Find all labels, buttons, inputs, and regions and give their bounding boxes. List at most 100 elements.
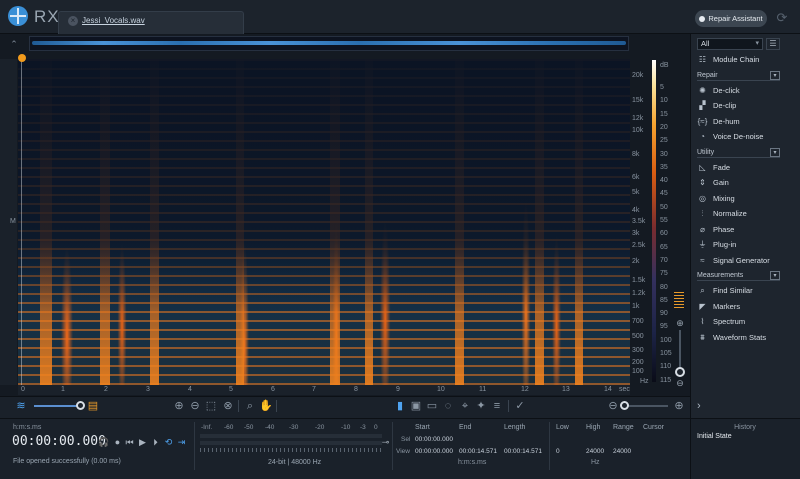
history-entry[interactable]: Initial State <box>697 433 732 440</box>
module-label: De-clip <box>713 101 737 110</box>
repair-assistant-button[interactable]: Repair Assistant <box>695 10 767 27</box>
close-tab-icon[interactable]: × <box>68 16 78 26</box>
db-tick-label: 55 <box>660 217 668 224</box>
module-item-de-clip[interactable]: ▞ De-clip <box>697 99 783 113</box>
chevron-down-icon[interactable]: ▾ <box>770 71 780 80</box>
lasso-tool-icon[interactable]: ◌ <box>441 399 455 413</box>
time-tick-label: 12 <box>521 386 529 393</box>
horizontal-zoom-in-icon[interactable]: ⊕ <box>672 399 686 413</box>
category-measurements[interactable]: Measurements ▾ <box>697 271 780 281</box>
markers-icon: ◤ <box>699 302 706 311</box>
spectrum-icon: ⌇ <box>700 317 705 326</box>
chevron-down-icon[interactable]: ▾ <box>770 148 780 157</box>
freq-tick-label: 500 <box>632 333 644 340</box>
loop-button[interactable]: ⟲ <box>163 437 174 448</box>
headphones-icon[interactable]: 🎧 <box>98 437 109 448</box>
sel-start-value[interactable]: 00:00:00.000 <box>415 436 453 443</box>
freq-zoom-knob[interactable] <box>675 367 685 377</box>
chevron-down-icon[interactable]: ▾ <box>770 271 780 280</box>
zoom-tool-icon[interactable]: ⌕ <box>243 399 257 413</box>
instant-process-icon[interactable]: ✓ <box>513 399 527 413</box>
module-chain-item[interactable]: ☷ Module Chain <box>697 53 783 67</box>
playhead-marker[interactable] <box>18 54 26 62</box>
category-repair[interactable]: Repair ▾ <box>697 71 780 81</box>
plug-in-icon: ⏚ <box>698 240 707 249</box>
db-tick-label: 35 <box>660 163 668 171</box>
db-color-scale[interactable] <box>652 60 656 382</box>
meter-scale-label: -10 <box>341 424 351 431</box>
record-button[interactable]: ● <box>112 437 123 448</box>
freq-zoom-in-icon[interactable]: ⊕ <box>675 318 685 328</box>
freq-tick-label: 5k <box>632 189 640 196</box>
meter-scale-label: -50 <box>244 424 254 431</box>
module-item-de-hum[interactable]: {≈} De-hum <box>697 115 783 129</box>
module-item-plug-in[interactable]: ⏚ Plug-in <box>697 238 783 252</box>
list-view-icon[interactable]: ☰ <box>766 38 780 50</box>
range-value[interactable]: 24000 <box>613 448 631 455</box>
category-utility[interactable]: Utility ▾ <box>697 148 780 158</box>
meter-settings-icon[interactable]: ⊸ <box>380 437 391 448</box>
freq-zoom-slider[interactable] <box>679 330 681 368</box>
module-label: Waveform Stats <box>713 333 767 342</box>
zoom-in-icon[interactable]: ⊕ <box>172 399 186 413</box>
module-item-mixing[interactable]: ◎ Mixing <box>697 192 783 206</box>
collapse-overview-icon[interactable]: ⌃ <box>8 38 20 50</box>
brush-tool-icon[interactable]: ⌖ <box>458 399 472 413</box>
spectrogram-opacity-slider[interactable] <box>34 405 80 407</box>
time-selection-tool-icon[interactable]: ▮ <box>393 399 407 413</box>
channel-label: M <box>10 218 16 225</box>
spectrogram-opacity-knob[interactable] <box>76 401 85 410</box>
view-length-value[interactable]: 00:00:14.571 <box>504 448 542 455</box>
zoom-out-icon[interactable]: ⊖ <box>188 399 202 413</box>
horizontal-zoom-knob[interactable] <box>620 401 629 410</box>
high-value[interactable]: 24000 <box>586 448 604 455</box>
freq-zoom-out-icon[interactable]: ⊖ <box>675 378 685 388</box>
module-filter-select[interactable]: All ▾ <box>697 38 763 50</box>
vertical-scroll-indicator[interactable] <box>674 292 684 308</box>
module-item-phase[interactable]: ⌀ Phase <box>697 223 783 237</box>
frequency-selection-tool-icon[interactable]: ▣ <box>409 399 423 413</box>
play-button[interactable]: ▶ <box>137 437 148 448</box>
chevron-right-icon[interactable]: › <box>697 400 701 412</box>
file-tab-label[interactable]: Jessi_Vocals.wav <box>82 16 145 25</box>
view-start-value[interactable]: 00:00:00.000 <box>415 448 453 455</box>
view-end-value[interactable]: 00:00:14.571 <box>459 448 497 455</box>
freq-tick-label: 3k <box>632 230 640 237</box>
magic-wand-tool-icon[interactable]: ✦ <box>474 399 488 413</box>
time-unit-label: h:m:s.ms <box>458 459 487 466</box>
de-clip-icon: ▞ <box>699 101 706 110</box>
status-message: File opened successfully (0.00 ms) <box>13 458 121 465</box>
waveform-spectrogram-toggle-icon[interactable]: ≋ <box>14 399 28 413</box>
module-item-normalize[interactable]: ⫶ Normalize <box>697 207 783 221</box>
module-label: Markers <box>713 302 741 311</box>
skip-back-button[interactable]: ⏮ <box>124 437 135 448</box>
low-value[interactable]: 0 <box>556 448 560 455</box>
time-format-selector[interactable]: h:m:s.ms <box>13 424 41 431</box>
freq-tick-label: 1k <box>632 303 640 310</box>
module-item-signal-generator[interactable]: ≈ Signal Generator <box>697 254 783 268</box>
play-selection-button[interactable]: ⏵ <box>150 437 161 448</box>
time-ruler[interactable] <box>18 385 630 395</box>
horizontal-zoom-out-icon[interactable]: ⊖ <box>606 399 620 413</box>
db-unit-label: dB <box>660 62 669 69</box>
sync-icon[interactable]: ⟳ <box>774 10 790 26</box>
module-item-find-similar[interactable]: ⌕ Find Similar <box>697 284 783 298</box>
harmonic-selection-tool-icon[interactable]: ≡ <box>490 399 504 413</box>
scroll-view-button[interactable]: ⇥ <box>176 437 187 448</box>
module-item-spectrum[interactable]: ⌇ Spectrum <box>697 315 783 329</box>
module-label: De-click <box>713 86 740 95</box>
zoom-selection-icon[interactable]: ⬚ <box>204 399 218 413</box>
hand-tool-icon[interactable]: ✋ <box>259 399 273 413</box>
module-item-fade[interactable]: ◺ Fade <box>697 161 783 175</box>
module-item-markers[interactable]: ◤ Markers <box>697 300 783 314</box>
spectrogram-settings-icon[interactable]: ▤ <box>86 399 100 413</box>
time-frequency-selection-tool-icon[interactable]: ▭ <box>425 399 439 413</box>
module-label: Plug-in <box>713 240 737 249</box>
module-item-waveform-stats[interactable]: ⩩ Waveform Stats <box>697 331 783 345</box>
time-tick-label: 5 <box>229 386 233 393</box>
zoom-full-icon[interactable]: ⊗ <box>221 399 235 413</box>
module-item-voice-de-noise[interactable]: ◔ Voice De-noise <box>697 130 783 144</box>
module-item-de-click[interactable]: ✺ De-click <box>697 84 783 98</box>
app-logo-text: RX <box>34 7 60 26</box>
module-item-gain[interactable]: ⇕ Gain <box>697 176 783 190</box>
